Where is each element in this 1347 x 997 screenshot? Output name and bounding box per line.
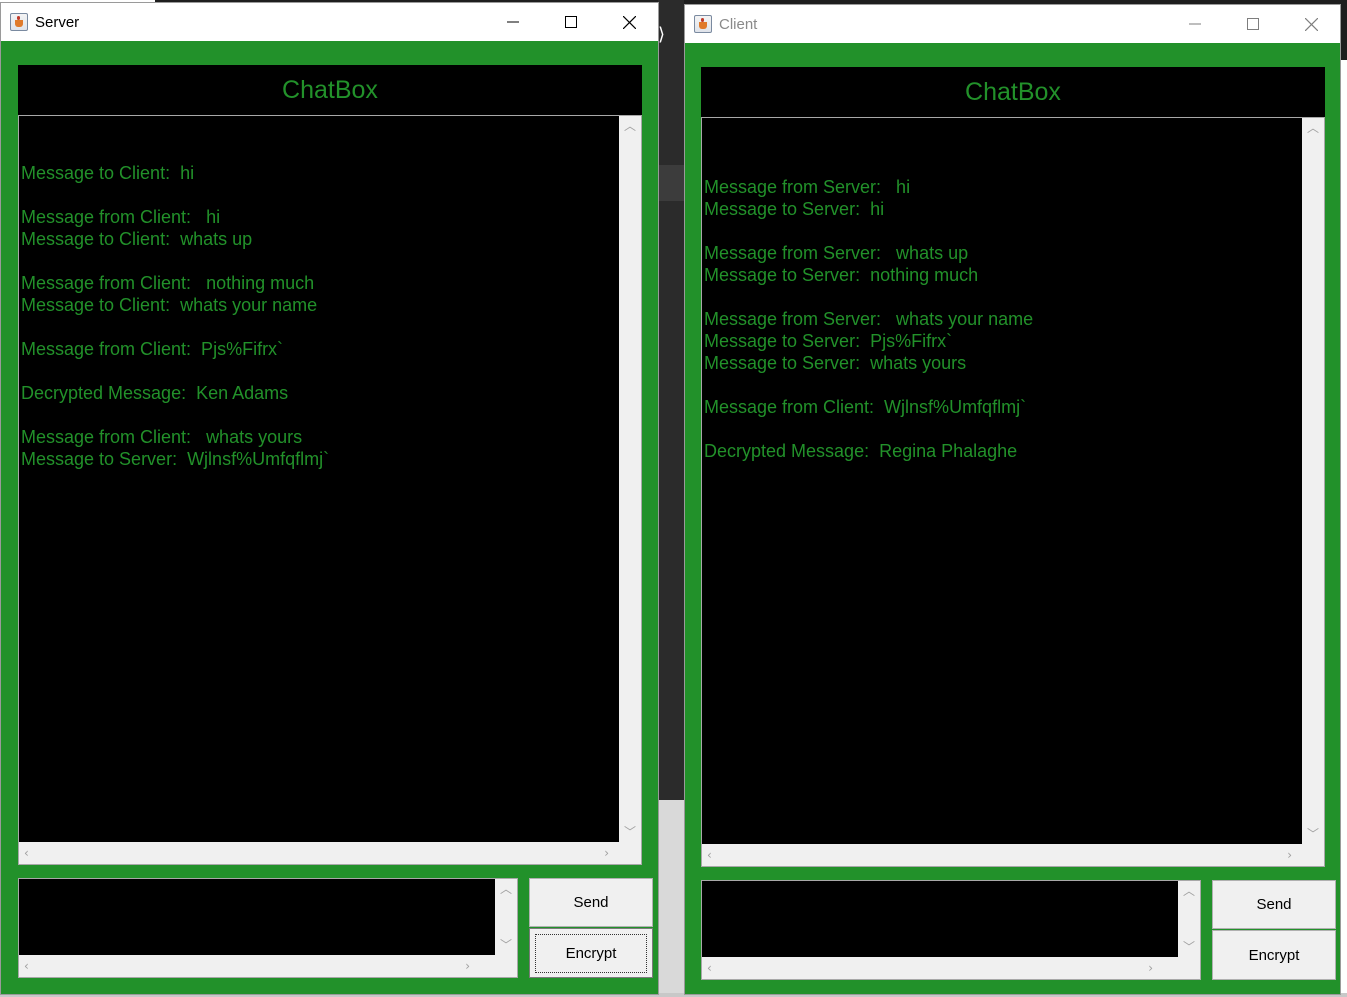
chat-history[interactable]: Message from Server: hi Message to Server… [702, 118, 1302, 844]
java-app-icon [10, 13, 28, 31]
scroll-right-icon[interactable]: › [604, 847, 609, 859]
desktop-strip-right [1341, 0, 1347, 60]
background-arrow-icon: ⟩ [658, 24, 666, 45]
scroll-up-icon[interactable]: ︿ [624, 120, 636, 132]
chat-message-line: Message from Client: nothing much [21, 273, 315, 293]
chat-message-line: Message from Client: hi [21, 207, 221, 227]
scroll-left-icon[interactable]: ‹ [707, 849, 712, 861]
chat-message-line [21, 404, 617, 426]
vertical-scrollbar[interactable]: ︿ ﹀ [1302, 118, 1324, 844]
chat-message-line: Message to Server: Wjlnsf%Umfqflmj` [21, 449, 330, 469]
client-window: Client ChatBox Message from Server: hi Me… [684, 4, 1341, 995]
chat-message-line: Message to Server: hi [704, 199, 885, 219]
scroll-left-icon[interactable]: ‹ [24, 960, 29, 972]
input-vertical-scrollbar[interactable]: ︿ ﹀ [495, 879, 517, 955]
server-window: Server ChatBox Message to Client: hi Mess… [0, 2, 659, 995]
chat-message-line: Message from Client: Pjs%Fifrx` [21, 339, 284, 359]
scroll-right-icon[interactable]: › [1148, 962, 1153, 974]
scroll-right-icon[interactable]: › [465, 960, 470, 972]
encrypt-button[interactable]: Encrypt [1212, 930, 1336, 980]
message-input-pane: ︿ ﹀ ‹ › [18, 878, 518, 978]
message-input[interactable] [19, 879, 495, 955]
background-window-band [658, 165, 684, 201]
scroll-left-icon[interactable]: ‹ [707, 962, 712, 974]
chat-message-line: Message from Server: whats your name [704, 309, 1034, 329]
close-icon[interactable] [600, 3, 658, 41]
minimize-icon[interactable] [484, 3, 542, 41]
server-window-title: Server [35, 13, 80, 31]
scroll-down-icon[interactable]: ﹀ [1307, 828, 1319, 840]
chat-message-line [21, 360, 617, 382]
chat-message-line [21, 316, 617, 338]
chat-message-line [704, 418, 1300, 440]
input-horizontal-scrollbar[interactable]: ‹ › [702, 957, 1178, 979]
java-app-icon [694, 15, 712, 33]
chat-message-line [704, 374, 1300, 396]
encrypt-button-label: Encrypt [534, 933, 648, 973]
chat-message-line: Message to Server: whats yours [704, 353, 967, 373]
chat-message-line [704, 132, 1300, 154]
scroll-down-icon[interactable]: ﹀ [624, 826, 636, 838]
chat-message-line: Message from Server: hi [704, 177, 911, 197]
chat-message-line: Decrypted Message: Ken Adams [21, 383, 289, 403]
chat-message-line: Message to Client: whats up [21, 229, 253, 249]
chat-message-line: Message from Client: whats yours [21, 427, 303, 447]
close-icon[interactable] [1282, 5, 1340, 43]
vertical-scrollbar[interactable]: ︿ ﹀ [619, 116, 641, 842]
chat-message-line: Message to Server: Pjs%Fifrx` [704, 331, 953, 351]
chat-scroll-pane: Message from Server: hi Message to Server… [701, 117, 1325, 867]
chat-message-line: Message from Client: Wjlnsf%Umfqflmj` [704, 397, 1027, 417]
background-window-light [658, 800, 684, 997]
scroll-left-icon[interactable]: ‹ [24, 847, 29, 859]
desktop-gap: ⟩ [658, 0, 684, 997]
scroll-down-icon[interactable]: ﹀ [1183, 941, 1195, 953]
chat-message-line: Message to Server: nothing much [704, 265, 979, 285]
chatbox-header: ChatBox [18, 65, 642, 115]
chat-message-line: Message from Server: whats up [704, 243, 969, 263]
chat-message-line [21, 250, 617, 272]
scroll-up-icon[interactable]: ︿ [500, 883, 512, 895]
send-button[interactable]: Send [529, 878, 653, 927]
message-input-pane: ︿ ﹀ ‹ › [701, 880, 1201, 980]
maximize-icon[interactable] [1224, 5, 1282, 43]
send-button[interactable]: Send [1212, 880, 1336, 929]
client-titlebar[interactable]: Client [685, 5, 1340, 43]
scroll-right-icon[interactable]: › [1287, 849, 1292, 861]
chat-message-line [21, 140, 617, 162]
input-horizontal-scrollbar[interactable]: ‹ › [19, 955, 495, 977]
chat-message-line [704, 286, 1300, 308]
chat-scroll-pane: Message to Client: hi Message from Client… [18, 115, 642, 865]
message-input[interactable] [702, 881, 1178, 957]
input-vertical-scrollbar[interactable]: ︿ ﹀ [1178, 881, 1200, 957]
encrypt-button[interactable]: Encrypt [529, 928, 653, 978]
chat-message-line: Message to Client: hi [21, 163, 195, 183]
minimize-icon[interactable] [1166, 5, 1224, 43]
chatbox-header: ChatBox [701, 67, 1325, 117]
chat-message-line: Decrypted Message: Regina Phalaghe [704, 441, 1018, 461]
horizontal-scrollbar[interactable]: ‹ › [702, 844, 1302, 866]
client-window-title: Client [719, 15, 758, 33]
chat-history[interactable]: Message to Client: hi Message from Client… [19, 116, 619, 842]
chat-message-line: Message to Client: whats your name [21, 295, 318, 315]
chat-message-line [21, 184, 617, 206]
scroll-down-icon[interactable]: ﹀ [500, 939, 512, 951]
chat-message-line [704, 154, 1300, 176]
horizontal-scrollbar[interactable]: ‹ › [19, 842, 619, 864]
chat-message-line [704, 220, 1300, 242]
scroll-up-icon[interactable]: ︿ [1183, 885, 1195, 897]
server-titlebar[interactable]: Server [1, 3, 658, 41]
maximize-icon[interactable] [542, 3, 600, 41]
scroll-up-icon[interactable]: ︿ [1307, 122, 1319, 134]
